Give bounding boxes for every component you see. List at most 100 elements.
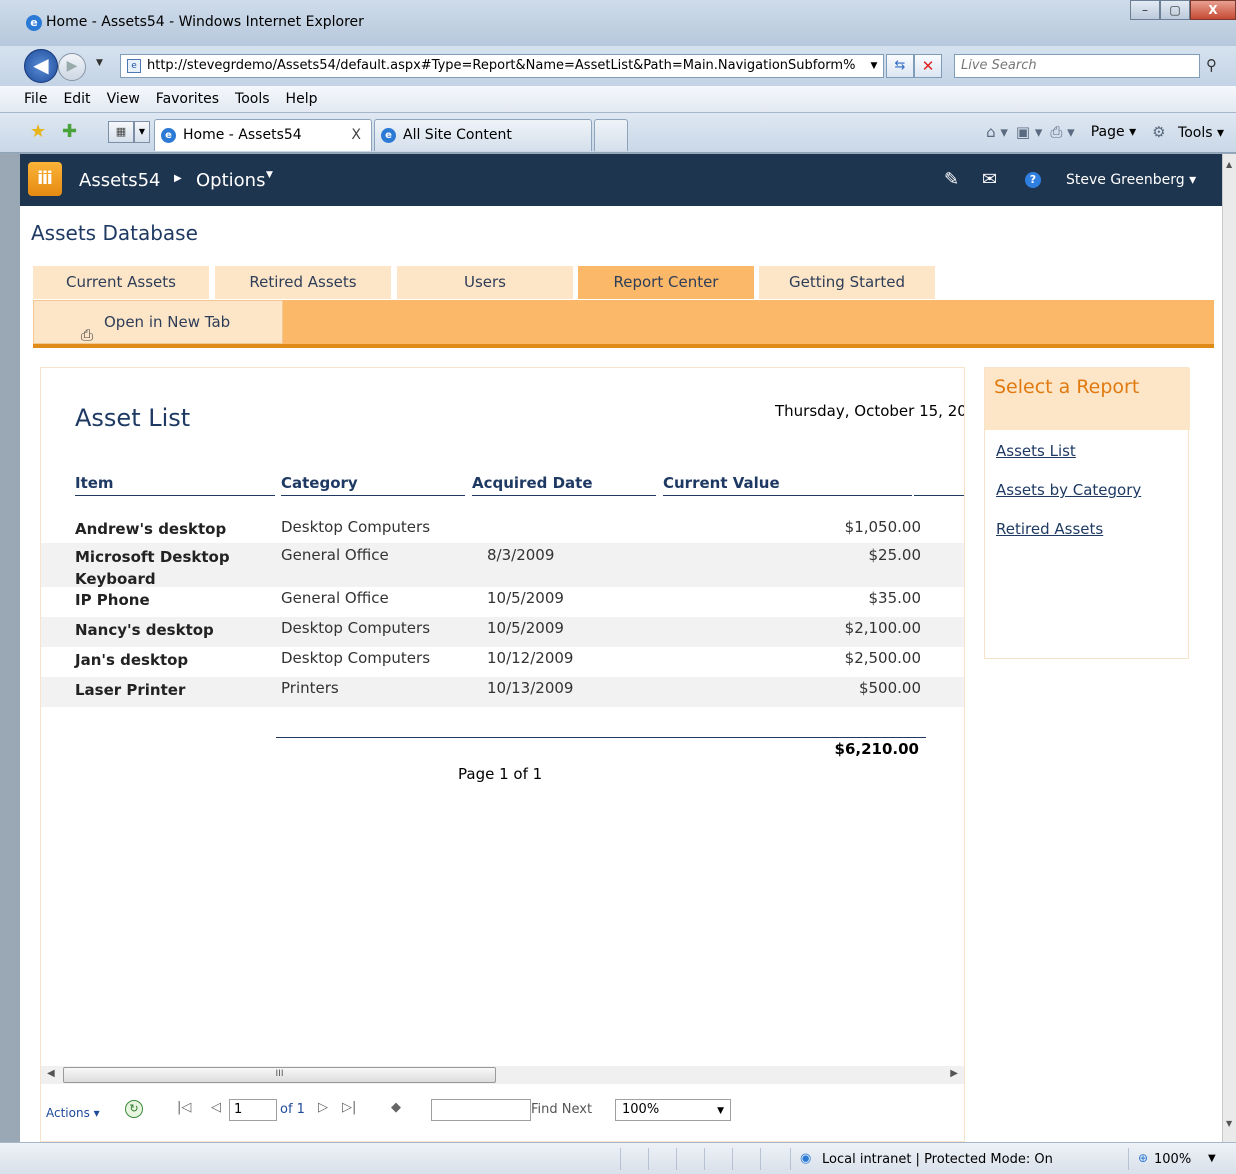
cell-category: Desktop Computers	[281, 649, 431, 667]
cell-value: $2,100.00	[844, 619, 921, 637]
table-row: Andrew's desktop Desktop Computers $1,05…	[41, 512, 964, 542]
last-page-icon[interactable]: ▷|	[342, 1100, 356, 1115]
printer-icon: ⎙	[81, 326, 94, 344]
status-divider	[790, 1148, 791, 1170]
status-zoom[interactable]: 100%	[1154, 1152, 1191, 1167]
tools-menu-label: Tools	[1178, 125, 1213, 141]
scroll-right-icon[interactable]: ▶	[950, 1068, 958, 1079]
previous-page-icon[interactable]: ◁	[211, 1100, 221, 1115]
favorites-star-icon[interactable]: ★	[30, 121, 46, 142]
tab-current-assets[interactable]: Current Assets	[33, 266, 209, 299]
actions-label: Actions	[46, 1106, 90, 1120]
maximize-button[interactable]: ▢	[1160, 0, 1190, 20]
minimize-button[interactable]: –	[1130, 0, 1160, 20]
link-assets-list[interactable]: Assets List	[996, 442, 1076, 460]
menu-view[interactable]: View	[107, 91, 140, 107]
new-tab-button[interactable]	[594, 119, 628, 151]
close-window-button[interactable]: X	[1190, 0, 1236, 20]
cell-value: $35.00	[868, 589, 922, 607]
print-icon[interactable]: ⎙ ▾	[1050, 123, 1074, 141]
cell-category: General Office	[281, 589, 389, 607]
menu-favorites[interactable]: Favorites	[156, 91, 219, 107]
notes-icon[interactable]: ✉	[982, 169, 997, 190]
search-input[interactable]: Live Search	[954, 54, 1200, 78]
feeds-icon[interactable]: ▣ ▾	[1016, 123, 1042, 141]
next-page-icon[interactable]: ▷	[318, 1100, 328, 1115]
link-assets-by-category[interactable]: Assets by Category	[996, 481, 1141, 499]
security-zone[interactable]: Local intranet | Protected Mode: On	[822, 1152, 1053, 1167]
home-icon[interactable]: ⌂ ▾	[986, 123, 1008, 141]
menu-help[interactable]: Help	[286, 91, 318, 107]
user-name: Steve Greenberg	[1066, 172, 1185, 188]
tab-report-center[interactable]: Report Center	[578, 266, 754, 299]
address-dropdown-icon[interactable]: ▼	[865, 55, 883, 77]
stop-button[interactable]: ✕	[914, 54, 942, 78]
tools-menu[interactable]: ⚙ Tools ▾	[1144, 123, 1224, 141]
select-report-panel: Select a Report Assets List Assets by Ca…	[984, 367, 1190, 659]
cell-date: 8/3/2009	[487, 546, 555, 564]
browser-tab-site-content[interactable]: e All Site Content	[374, 119, 592, 151]
browser-tab-label: All Site Content	[403, 127, 512, 143]
tab-users[interactable]: Users	[397, 266, 573, 299]
refresh-report-icon[interactable]: ↻	[125, 1100, 143, 1118]
tab-close-icon[interactable]: X	[351, 120, 361, 150]
sharepoint-logo-icon[interactable]: ⅲ	[28, 162, 62, 196]
cell-date: 10/5/2009	[487, 619, 564, 637]
forward-button[interactable]: ▶	[58, 53, 86, 81]
tag-icon[interactable]: ✎	[944, 169, 959, 190]
scroll-up-icon[interactable]: ▲	[1226, 160, 1232, 169]
scroll-left-icon[interactable]: ◀	[47, 1068, 55, 1079]
globe-icon: ◉	[800, 1151, 812, 1166]
tab-list-dropdown[interactable]: ▼	[134, 121, 150, 143]
scroll-down-icon[interactable]: ▼	[1226, 1119, 1232, 1128]
zoom-value: 100%	[622, 1102, 660, 1117]
gear-icon: ⚙	[1152, 123, 1166, 141]
page-vertical-scrollbar[interactable]: ▲ ▼	[1222, 154, 1236, 1142]
search-icon[interactable]: ⚲	[1206, 56, 1217, 74]
cell-category: Printers	[281, 679, 339, 697]
zoom-select[interactable]: 100% ▼	[615, 1099, 731, 1121]
report-title: Asset List	[75, 404, 191, 432]
actions-menu[interactable]: Actions ▾	[46, 1106, 100, 1120]
scroll-thumb[interactable]: III	[63, 1067, 496, 1083]
first-page-icon[interactable]: |◁	[177, 1100, 191, 1115]
tab-retired-assets[interactable]: Retired Assets	[215, 266, 391, 299]
menu-file[interactable]: File	[24, 91, 47, 107]
page-count-label: of 1	[280, 1102, 305, 1117]
status-divider	[1128, 1148, 1129, 1170]
open-in-new-tab-button[interactable]: ⎙ Open in New Tab	[33, 300, 283, 344]
total-divider	[276, 737, 926, 738]
add-favorite-icon[interactable]: ✚	[62, 121, 77, 142]
refresh-button[interactable]: ⇆	[886, 54, 914, 78]
table-row: Jan's desktop Desktop Computers 10/12/20…	[41, 647, 964, 677]
menu-edit[interactable]: Edit	[63, 91, 90, 107]
cell-date: 10/13/2009	[487, 679, 574, 697]
horizontal-scrollbar[interactable]: ◀ III ▶	[41, 1066, 964, 1084]
address-input[interactable]: e http://stevegrdemo/Assets54/default.as…	[120, 54, 884, 78]
quick-tabs-button[interactable]: ▦	[108, 121, 134, 143]
browser-tab-home[interactable]: e Home - Assets54 X	[154, 119, 372, 151]
page-number-input[interactable]: 1	[229, 1099, 277, 1121]
back-button[interactable]: ◀	[24, 49, 58, 83]
find-input[interactable]	[431, 1099, 531, 1121]
find-next-link[interactable]: Find Next	[531, 1102, 592, 1117]
options-dropdown-icon[interactable]: ▼	[266, 170, 273, 180]
zoom-dropdown-icon[interactable]: ▼	[1208, 1153, 1216, 1164]
history-dropdown-icon[interactable]: ▼	[96, 58, 103, 68]
tab-ie-icon: e	[161, 128, 176, 143]
page-menu[interactable]: Page ▾	[1083, 124, 1136, 140]
report-toolbar: Actions ▾ ↻ |◁ ◁ 1 of 1 ▷ ▷| ◆ Find Next…	[41, 1084, 964, 1141]
cell-value: $25.00	[868, 546, 922, 564]
status-divider	[732, 1148, 733, 1170]
tab-getting-started[interactable]: Getting Started	[759, 266, 935, 299]
menu-bar: File Edit View Favorites Tools Help	[0, 86, 1236, 113]
back-to-parent-icon[interactable]: ◆	[391, 1100, 401, 1115]
help-icon[interactable]: ?	[1025, 172, 1041, 188]
site-name-link[interactable]: Assets54	[79, 170, 160, 191]
cell-item: Jan's desktop	[75, 651, 189, 669]
link-retired-assets[interactable]: Retired Assets	[996, 520, 1103, 538]
user-menu[interactable]: Steve Greenberg ▾	[1066, 172, 1196, 188]
options-menu[interactable]: Options	[196, 170, 265, 191]
cell-category: Desktop Computers	[281, 619, 431, 637]
menu-tools[interactable]: Tools	[235, 91, 270, 107]
